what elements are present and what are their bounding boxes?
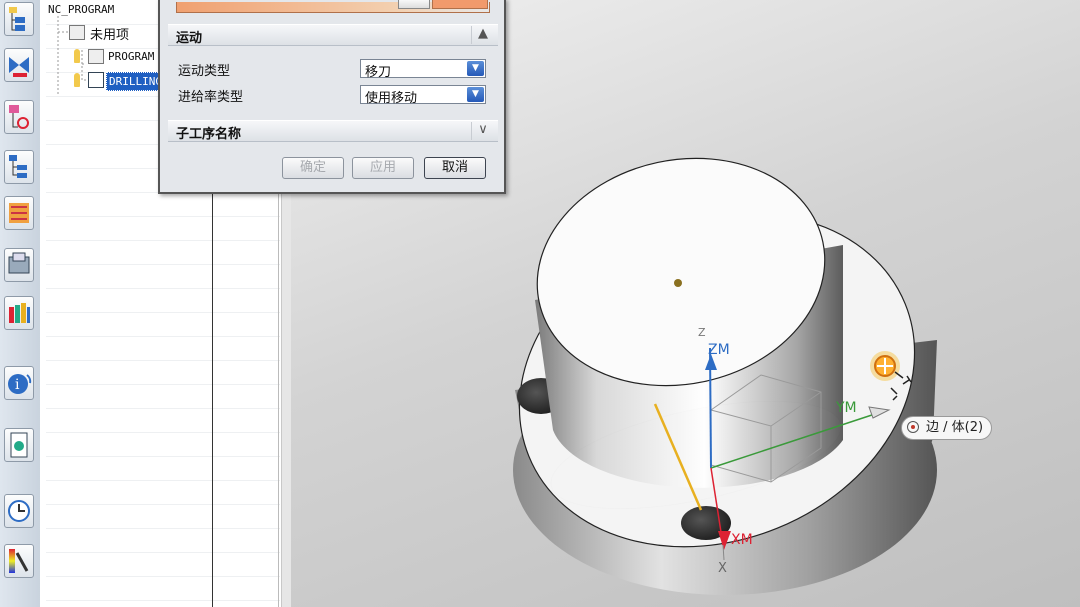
ok-button[interactable]: 确定 [282, 157, 344, 179]
dialog-top-accent-button[interactable] [432, 0, 488, 9]
create-operation-icon[interactable] [4, 196, 34, 230]
motion-section-title: 运动 [176, 31, 203, 46]
chevron-down-icon[interactable]: ∨ [471, 122, 494, 140]
history-clock-icon[interactable] [4, 494, 34, 528]
motion-type-select[interactable]: 移刀 ▼ [360, 59, 486, 80]
tree-root-label[interactable]: NC_PROGRAM [48, 3, 114, 16]
machine-tool-icon[interactable] [4, 48, 34, 82]
verify-icon[interactable] [4, 296, 34, 330]
tree-item-drilling[interactable]: DRILLING [106, 72, 162, 91]
toolpath-icon[interactable] [4, 248, 34, 282]
cancel-button[interactable]: 取消 [424, 157, 486, 179]
post-process-icon[interactable] [4, 544, 34, 578]
tree-item-unused[interactable]: 未用项 [90, 24, 129, 43]
motion-section-header[interactable]: 运动 ▲ [168, 24, 498, 46]
information-icon[interactable]: i [4, 366, 34, 400]
tree-item-program[interactable]: PROGRAM [108, 50, 154, 63]
program-icon [88, 49, 104, 64]
axis-zm-label: ZM [708, 342, 730, 358]
chevron-down-icon[interactable]: ▼ [467, 87, 484, 102]
axis-z-label: Z [698, 326, 706, 339]
feed-type-select[interactable]: 使用移动 ▼ [360, 85, 486, 106]
program-order-icon[interactable] [4, 2, 34, 36]
selection-tooltip: 边 / 体(2) [901, 416, 993, 440]
selection-tooltip-text: 边 / 体(2) [926, 420, 984, 435]
drilling-operation-icon [88, 72, 104, 88]
feed-type-label: 进给率类型 [178, 90, 244, 105]
target-icon [907, 421, 919, 433]
axis-x-label: X [718, 561, 727, 576]
sub-operation-section-header[interactable]: 子工序名称 ∨ [168, 120, 498, 142]
resource-toolbar: i [0, 0, 41, 607]
sub-operation-section-title: 子工序名称 [176, 127, 242, 142]
axis-xm-label: XM [731, 532, 753, 548]
operation-dialog: 运动 ▲ 运动类型 移刀 ▼ 进给率类型 使用移动 ▼ 子工序名称 ∨ 确定 应… [158, 0, 506, 194]
motion-type-value: 移刀 [365, 65, 392, 80]
feed-type-value: 使用移动 [365, 91, 418, 106]
geometry-view-icon[interactable] [4, 100, 34, 134]
method-view-icon[interactable] [4, 150, 34, 184]
motion-type-label: 运动类型 [178, 64, 231, 79]
chevron-up-icon[interactable]: ▲ [471, 26, 494, 44]
dialog-top-button[interactable] [398, 0, 430, 9]
axis-ym-label: YM [835, 400, 857, 416]
document-icon[interactable] [4, 428, 34, 462]
chevron-down-icon[interactable]: ▼ [467, 61, 484, 76]
svg-text:i: i [15, 377, 20, 393]
status-bulb-icon [74, 73, 80, 87]
status-bulb-icon [74, 49, 80, 63]
apply-button[interactable]: 应用 [352, 157, 414, 179]
folder-icon [69, 25, 85, 40]
